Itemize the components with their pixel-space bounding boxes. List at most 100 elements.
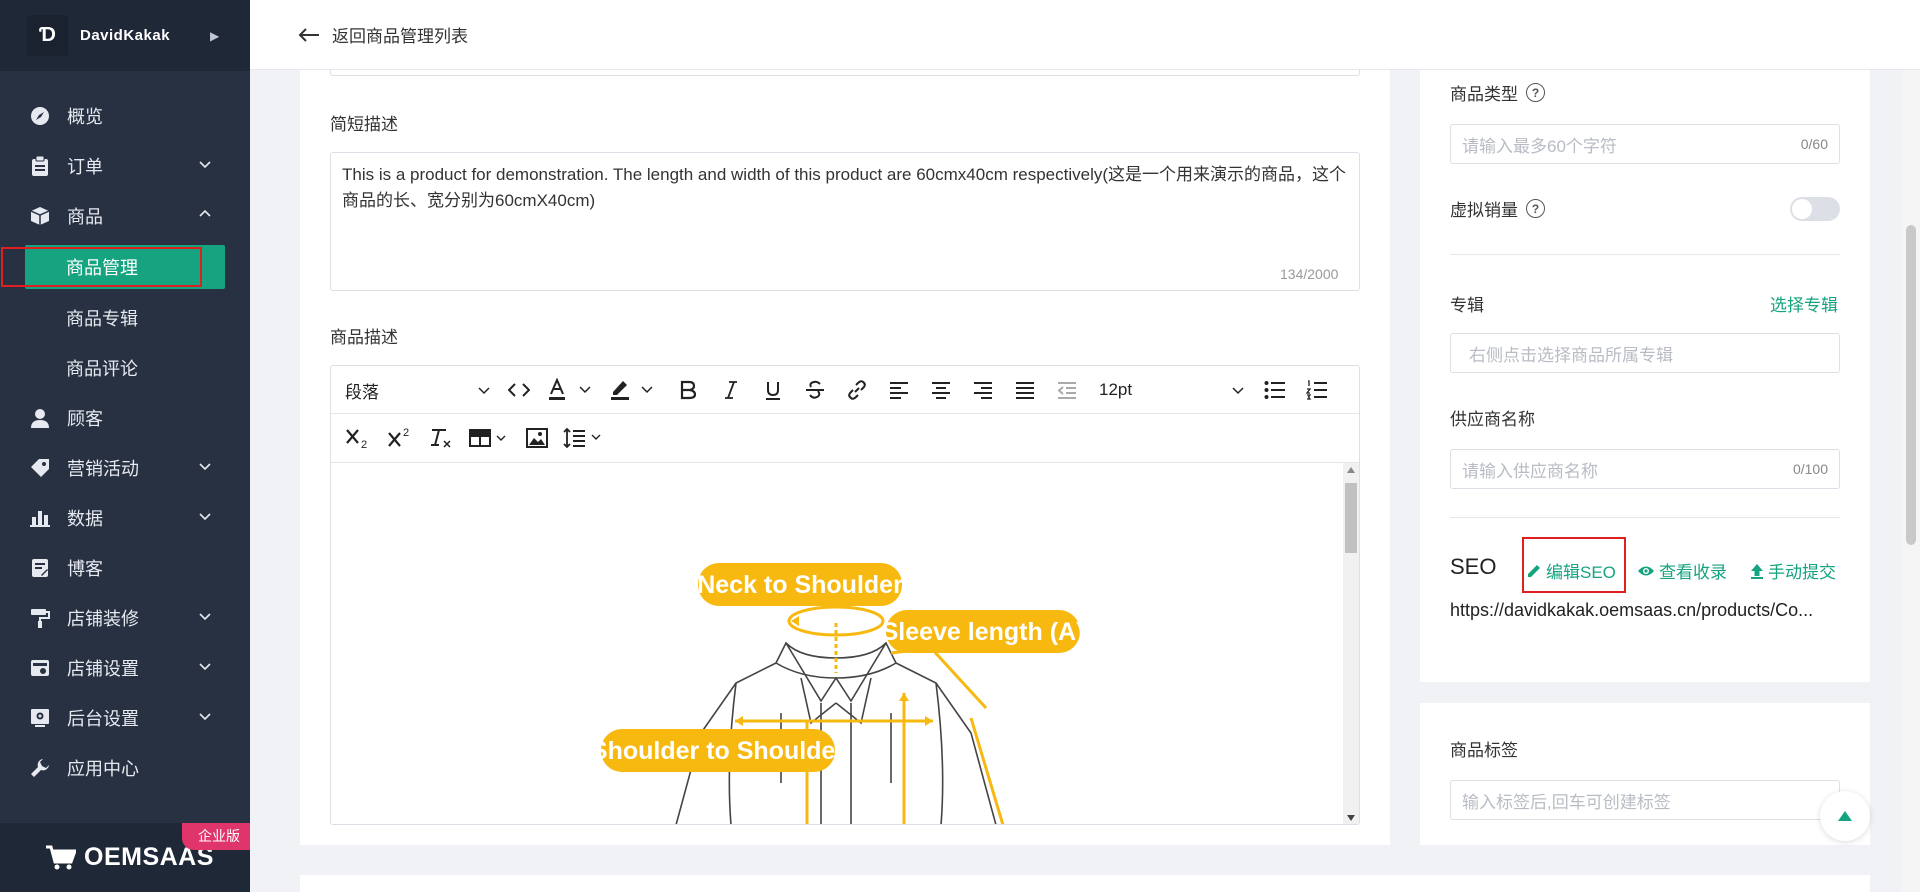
sidebar-item-store-settings[interactable]: 店铺设置 bbox=[0, 643, 250, 693]
back-to-list-link[interactable]: 返回商品管理列表 bbox=[298, 22, 468, 47]
editor-scrollbar[interactable] bbox=[1343, 463, 1359, 824]
store-settings-icon bbox=[30, 658, 50, 678]
sidebar-item-label: 商品管理 bbox=[66, 258, 138, 278]
font-size-value: 12pt bbox=[1099, 380, 1133, 399]
bold-button[interactable] bbox=[676, 376, 700, 404]
table-button[interactable] bbox=[469, 424, 509, 452]
subscript-button[interactable]: 2 bbox=[345, 424, 371, 452]
page-scrollbar-thumb[interactable] bbox=[1906, 225, 1916, 545]
view-index-button[interactable]: 查看收录 bbox=[1637, 558, 1727, 583]
short-description-textarea[interactable]: This is a product for demonstration. The… bbox=[330, 152, 1360, 291]
product-type-label: 商品类型 ? bbox=[1450, 80, 1545, 105]
caret-right-icon[interactable]: ▶ bbox=[210, 29, 219, 43]
svg-text:2: 2 bbox=[361, 439, 367, 449]
sidebar-item-products[interactable]: 商品 bbox=[0, 191, 250, 241]
back-link-label: 返回商品管理列表 bbox=[332, 27, 468, 46]
album-input[interactable]: 右侧点击选择商品所属专辑 bbox=[1450, 333, 1840, 373]
seo-url: https://davidkakak.oemsaas.cn/products/C… bbox=[1450, 600, 1814, 620]
chevron-down-icon bbox=[478, 387, 490, 395]
subscript-icon: 2 bbox=[346, 429, 367, 449]
chevron-down-icon bbox=[199, 161, 211, 169]
back-to-top-button[interactable] bbox=[1820, 791, 1870, 841]
scroll-down-icon[interactable] bbox=[1347, 815, 1355, 821]
rich-text-editor: 段落 12pt 2 2 Neck to Shoulder Sleeve leng… bbox=[330, 365, 1360, 825]
chevron-down-icon bbox=[199, 463, 211, 471]
virtual-sales-label-text: 虚拟销量 bbox=[1450, 201, 1518, 220]
editor-scrollbar-thumb[interactable] bbox=[1345, 483, 1357, 553]
sidebar-item-label: 博客 bbox=[67, 559, 103, 579]
sidebar-item-customers[interactable]: 顾客 bbox=[0, 393, 250, 443]
sidebar-item-marketing[interactable]: 营销活动 bbox=[0, 443, 250, 493]
dashboard-icon bbox=[30, 106, 50, 126]
italic-icon bbox=[725, 381, 737, 399]
size-chart-label-neck: Neck to Shoulder bbox=[697, 571, 903, 599]
product-type-input[interactable]: 请输入最多60个字符 0/60 bbox=[1450, 124, 1840, 164]
size-chart-labels: Neck to Shoulder Sleeve length (A) Shoul… bbox=[591, 563, 1084, 772]
brand-name: DavidKakak bbox=[80, 27, 171, 44]
block-format-select[interactable]: 段落 bbox=[345, 376, 491, 404]
outdent-button[interactable] bbox=[1055, 376, 1079, 404]
manual-submit-button[interactable]: 手动提交 bbox=[1750, 558, 1836, 583]
underline-button[interactable] bbox=[761, 376, 785, 404]
align-left-button[interactable] bbox=[887, 376, 911, 404]
align-justify-button[interactable] bbox=[1013, 376, 1037, 404]
sidebar-subitem-product-albums[interactable]: 商品专辑 bbox=[0, 293, 250, 343]
brand-logo: Ɗ bbox=[27, 15, 68, 56]
product-settings-card: 商品类型 ? 请输入最多60个字符 0/60 虚拟销量 ? 专辑 选择专辑 右侧… bbox=[1420, 70, 1870, 682]
supplier-placeholder: 请输入供应商名称 bbox=[1462, 461, 1598, 481]
sidebar-item-label: 后台设置 bbox=[67, 709, 139, 729]
select-album-link[interactable]: 选择专辑 bbox=[1770, 291, 1838, 316]
supplier-input[interactable]: 请输入供应商名称 0/100 bbox=[1450, 449, 1840, 489]
sidebar-item-store-design[interactable]: 店铺装修 bbox=[0, 593, 250, 643]
strikethrough-button[interactable] bbox=[803, 376, 827, 404]
help-icon[interactable]: ? bbox=[1526, 83, 1545, 102]
edition-badge: 企业版 bbox=[182, 823, 250, 850]
line-height-button[interactable] bbox=[563, 424, 607, 452]
virtual-sales-toggle[interactable] bbox=[1790, 197, 1840, 221]
sidebar-item-admin-settings[interactable]: 后台设置 bbox=[0, 693, 250, 743]
sidebar-item-blog[interactable]: 博客 bbox=[0, 543, 250, 593]
product-description-card: 简短描述 This is a product for demonstration… bbox=[300, 70, 1390, 845]
sidebar-item-orders[interactable]: 订单 bbox=[0, 141, 250, 191]
highlight-color-button[interactable] bbox=[609, 376, 659, 404]
chevron-down-icon bbox=[199, 663, 211, 671]
superscript-icon: 2 bbox=[388, 427, 409, 447]
sidebar: Ɗ DavidKakak ▶ 概览 订单 商品 商品管理 商品专辑 商品评论 顾… bbox=[0, 0, 250, 892]
link-icon bbox=[848, 380, 866, 400]
superscript-button[interactable]: 2 bbox=[387, 424, 413, 452]
sidebar-item-overview[interactable]: 概览 bbox=[0, 91, 250, 141]
sidebar-item-data[interactable]: 数据 bbox=[0, 493, 250, 543]
edit-seo-button[interactable]: 编辑SEO bbox=[1526, 558, 1616, 583]
sidebar-subitem-product-reviews[interactable]: 商品评论 bbox=[0, 343, 250, 393]
font-size-select[interactable]: 12pt bbox=[1099, 376, 1245, 404]
clear-formatting-button[interactable] bbox=[429, 424, 453, 452]
source-code-button[interactable] bbox=[505, 376, 533, 404]
align-left-icon bbox=[890, 382, 908, 399]
code-icon bbox=[508, 383, 530, 397]
chevron-down-icon bbox=[1232, 387, 1244, 395]
sidebar-item-label: 店铺设置 bbox=[67, 659, 139, 679]
editor-toolbar-row-1: 段落 12pt bbox=[331, 366, 1359, 414]
editor-content-area[interactable]: Neck to Shoulder Sleeve length (A) Shoul… bbox=[331, 462, 1359, 824]
align-center-button[interactable] bbox=[929, 376, 953, 404]
numbered-list-button[interactable] bbox=[1305, 376, 1329, 404]
insert-image-button[interactable] bbox=[525, 424, 549, 452]
product-type-counter: 0/60 bbox=[1800, 136, 1828, 152]
help-icon[interactable]: ? bbox=[1526, 199, 1545, 218]
page-scrollbar[interactable] bbox=[1902, 70, 1920, 892]
text-color-button[interactable] bbox=[547, 376, 597, 404]
tags-input[interactable]: 输入标签后,回车可创建标签 bbox=[1450, 780, 1840, 820]
scroll-up-icon[interactable] bbox=[1347, 467, 1355, 473]
align-right-button[interactable] bbox=[971, 376, 995, 404]
italic-button[interactable] bbox=[719, 376, 743, 404]
sidebar-subitem-product-management[interactable]: 商品管理 bbox=[25, 245, 225, 289]
bullet-list-button[interactable] bbox=[1263, 376, 1287, 404]
align-center-icon bbox=[932, 382, 950, 399]
link-button[interactable] bbox=[845, 376, 869, 404]
brand-header[interactable]: Ɗ DavidKakak ▶ bbox=[0, 0, 250, 71]
sidebar-item-label: 概览 bbox=[67, 107, 103, 127]
image-icon bbox=[526, 428, 548, 448]
product-type-label-text: 商品类型 bbox=[1450, 85, 1518, 104]
sidebar-item-app-center[interactable]: 应用中心 bbox=[0, 743, 250, 793]
previous-field-edge bbox=[330, 70, 1360, 76]
